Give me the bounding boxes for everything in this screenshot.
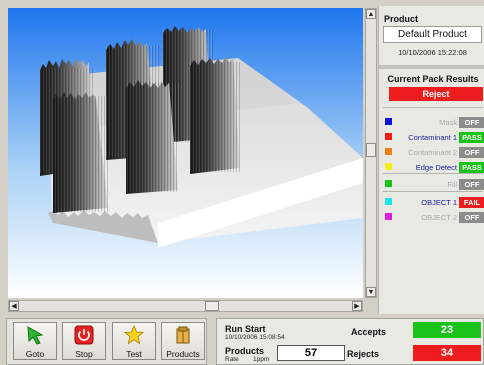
check-name: OBJECT 1 xyxy=(421,197,457,207)
products-button[interactable]: Products xyxy=(161,322,205,360)
check-result-row: OBJECT 1 FAIL xyxy=(379,196,484,208)
stop-button[interactable]: Stop xyxy=(62,322,106,360)
power-icon xyxy=(74,325,94,345)
accepts-count: 23 xyxy=(413,322,481,338)
rate-label: Rate xyxy=(225,356,239,363)
stop-button-label: Stop xyxy=(75,349,93,359)
scroll-right-arrow-icon[interactable]: ▶ xyxy=(352,301,362,311)
check-name: Edge Detect xyxy=(415,162,457,172)
check-state-badge: FAIL xyxy=(459,196,484,208)
check-color-swatch xyxy=(385,180,392,187)
check-name: Contaminant 2 xyxy=(408,147,457,157)
command-toolbar: Goto Stop Test Products xyxy=(6,318,207,365)
goto-button-label: Goto xyxy=(25,349,45,359)
check-result-row: Mask OFF xyxy=(379,116,484,128)
check-result-row: Edge Detect PASS xyxy=(379,161,484,173)
product-name-field: Default Product xyxy=(383,26,482,43)
check-color-swatch xyxy=(385,198,392,205)
check-name: OBJECT 2 xyxy=(421,212,457,222)
products-count-field: 57 xyxy=(277,345,345,361)
overall-result-badge: Reject xyxy=(389,87,483,101)
products-button-label: Products xyxy=(166,349,200,359)
vertical-scrollbar[interactable]: ▲ ▼ xyxy=(365,8,377,298)
check-state-badge: PASS xyxy=(459,161,484,173)
test-button-label: Test xyxy=(126,349,142,359)
test-button[interactable]: Test xyxy=(112,322,156,360)
rate-value: 1ppm xyxy=(253,356,270,363)
cylinder-front-left xyxy=(53,92,109,213)
run-status-panel: Run Start 10/10/2006 15:08:54 Products R… xyxy=(216,318,484,365)
scroll-left-arrow-icon[interactable]: ◀ xyxy=(9,301,19,311)
vertical-scroll-thumb[interactable] xyxy=(366,143,376,157)
product-datetime: 10/10/2006 15:22:08 xyxy=(398,48,467,57)
rejects-count: 34 xyxy=(413,345,481,361)
star-icon xyxy=(124,325,144,345)
scroll-up-arrow-icon[interactable]: ▲ xyxy=(366,9,376,19)
cylinder-front-right xyxy=(190,57,241,174)
check-color-swatch xyxy=(385,163,392,170)
results-separator xyxy=(383,173,483,174)
products-box-icon xyxy=(176,326,190,344)
height-map-render xyxy=(8,8,363,298)
current-pack-results-title: Current Pack Results xyxy=(387,74,479,84)
check-state-badge: OFF xyxy=(459,211,484,223)
height-map-view[interactable] xyxy=(8,8,363,298)
check-result-row: Fill OFF xyxy=(379,178,484,190)
scroll-down-arrow-icon[interactable]: ▼ xyxy=(366,287,376,297)
check-state-badge: OFF xyxy=(459,178,484,190)
horizontal-scrollbar[interactable]: ◀ ▶ xyxy=(8,300,363,312)
check-color-swatch xyxy=(385,148,392,155)
check-name: Mask xyxy=(439,117,457,127)
panel-divider xyxy=(379,65,484,69)
check-name: Contaminant 1 xyxy=(408,132,457,142)
accepts-label: Accepts xyxy=(351,327,387,337)
check-color-swatch xyxy=(385,213,392,220)
run-start-time: 10/10/2006 15:08:54 xyxy=(225,334,285,341)
goto-button[interactable]: Goto xyxy=(13,322,57,360)
check-color-swatch xyxy=(385,133,392,140)
results-panel: Product Default Product 10/10/2006 15:22… xyxy=(378,6,484,314)
check-color-swatch xyxy=(385,118,392,125)
goto-arrow-icon xyxy=(27,326,44,345)
check-state-badge: OFF xyxy=(459,116,484,128)
rejects-label: Rejects xyxy=(347,349,380,359)
results-separator xyxy=(383,191,483,192)
products-label: Products xyxy=(225,346,265,356)
product-header: Product xyxy=(384,14,419,24)
check-state-badge: PASS xyxy=(459,131,484,143)
results-separator xyxy=(383,107,483,108)
cylinder-front-mid xyxy=(126,80,179,194)
check-state-badge: OFF xyxy=(459,146,484,158)
check-result-row: Contaminant 2 OFF xyxy=(379,146,484,158)
check-result-row: OBJECT 2 OFF xyxy=(379,211,484,223)
check-result-row: Contaminant 1 PASS xyxy=(379,131,484,143)
run-start-label: Run Start xyxy=(225,324,266,334)
horizontal-scroll-thumb[interactable] xyxy=(205,301,219,311)
check-name: Fill xyxy=(447,179,457,189)
